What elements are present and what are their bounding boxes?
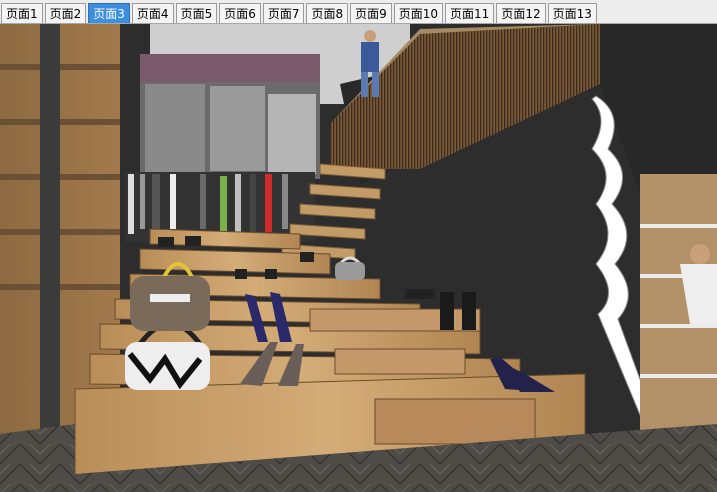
step-block-front [374, 398, 536, 445]
tab-page-13[interactable]: 页面13 [547, 3, 597, 23]
left-post [40, 24, 60, 492]
photo-panel-left [145, 84, 205, 174]
tab-page-1[interactable]: 页面1 [1, 3, 43, 23]
photo-panel-mid [210, 86, 265, 171]
model-viewport[interactable] [0, 24, 717, 492]
tab-page-10[interactable]: 页面10 [393, 3, 444, 23]
tab-page-2[interactable]: 页面2 [44, 3, 87, 23]
tab-page-7[interactable]: 页面7 [262, 3, 305, 23]
tab-page-11[interactable]: 页面11 [445, 3, 495, 23]
tab-page-9[interactable]: 页面9 [350, 3, 392, 23]
tab-page-3[interactable]: 页面3 [88, 3, 130, 23]
scene-tab-bar: 页面1 页面2 页面3 页面4 页面5 页面6 页面7 页面8 页面9 页面10… [0, 0, 717, 24]
tab-page-12[interactable]: 页面12 [496, 3, 546, 23]
tab-page-5[interactable]: 页面5 [175, 3, 218, 23]
step-block-upper [309, 308, 481, 332]
step-block-mid [334, 348, 466, 375]
tab-page-8[interactable]: 页面8 [306, 3, 349, 23]
tab-page-4[interactable]: 页面4 [131, 3, 174, 23]
photo-strip-colors [140, 54, 320, 82]
tab-page-6[interactable]: 页面6 [219, 3, 261, 23]
patterned-floor [0, 424, 75, 492]
photo-panel-right [268, 94, 316, 174]
